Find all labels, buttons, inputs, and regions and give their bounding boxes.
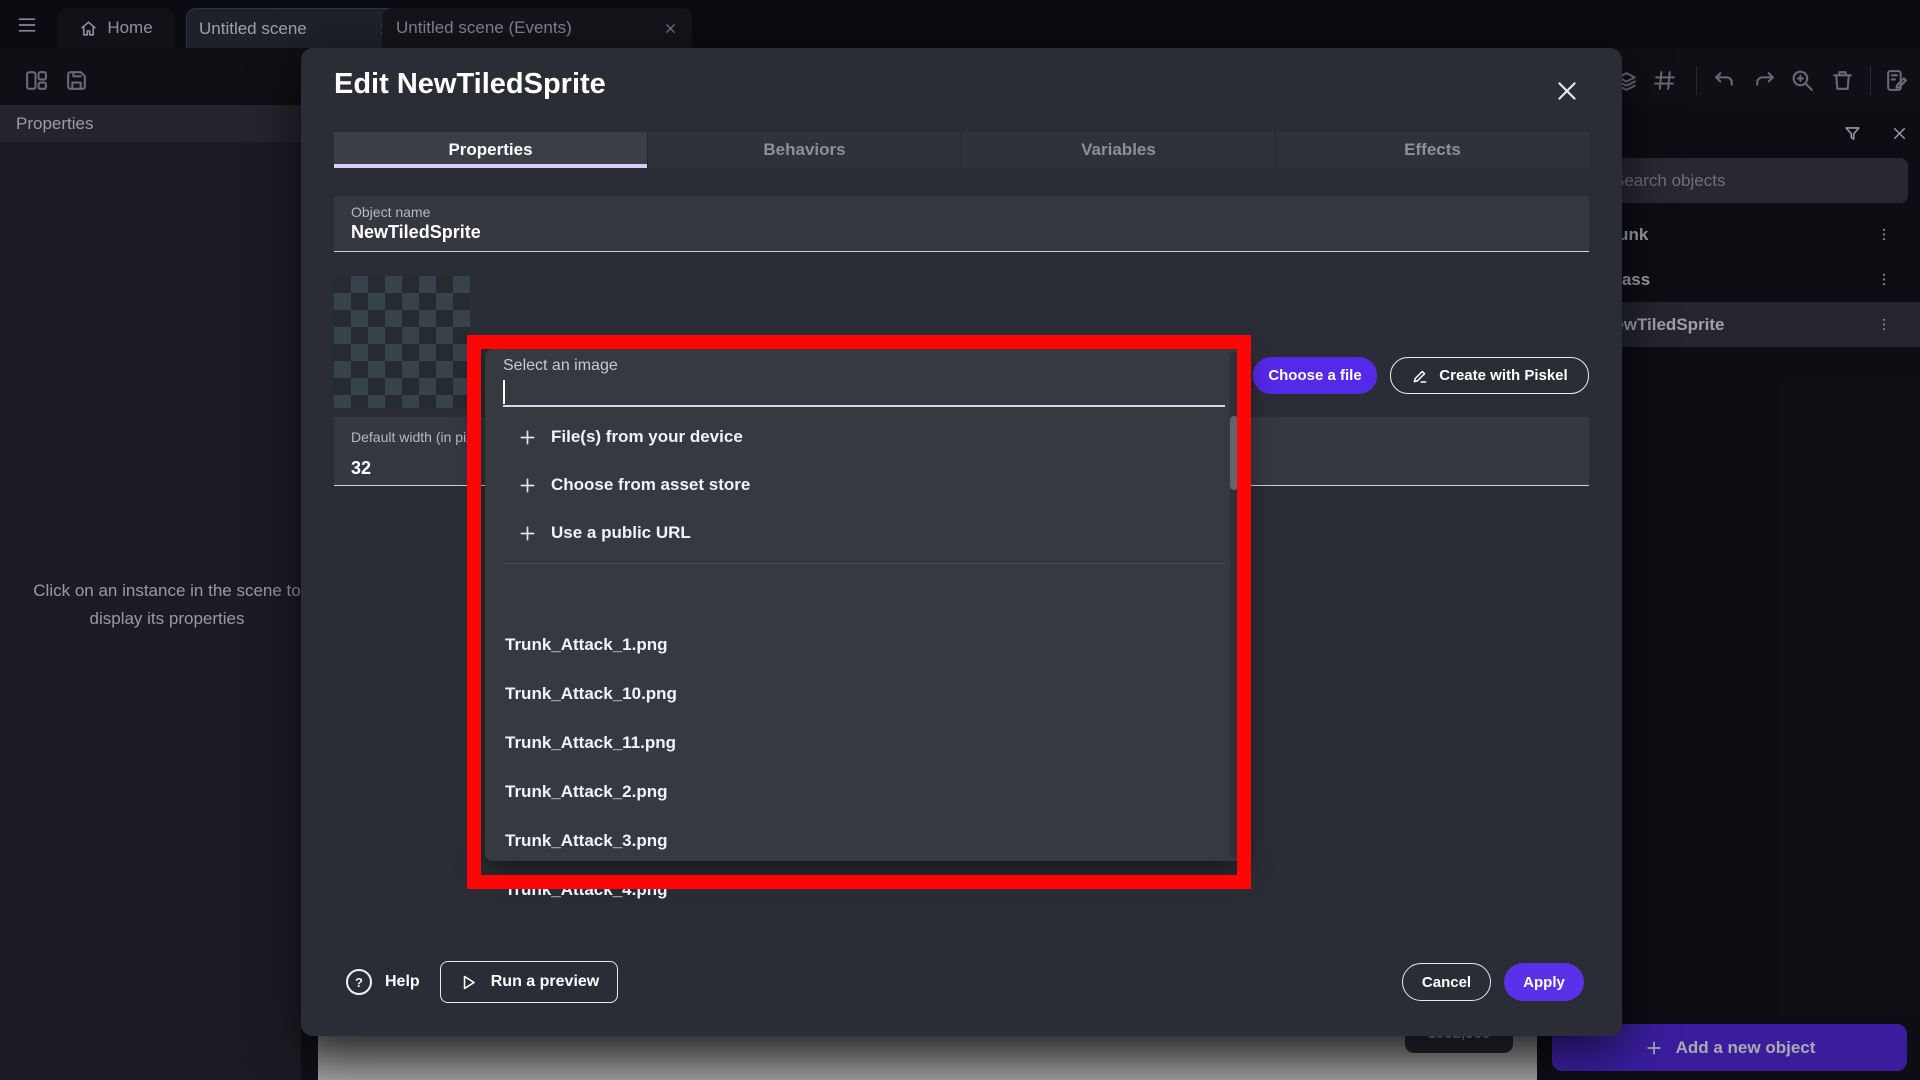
gdevelop-window: Home Untitled scene Untitled scene (Even…: [0, 0, 1920, 1080]
create-with-piskel-button[interactable]: Create with Piskel: [1390, 357, 1589, 394]
close-dialog-button[interactable]: [1554, 78, 1580, 104]
tab-variables[interactable]: Variables: [961, 132, 1275, 168]
default-width-label: Default width (in pixels): [351, 429, 479, 445]
object-name-field: Object name: [334, 196, 1589, 252]
plus-icon: [517, 475, 538, 496]
dialog-title: Edit NewTiledSprite: [334, 68, 606, 101]
object-name-label: Object name: [351, 204, 430, 220]
dropdown-scrollbar-thumb[interactable]: [1230, 416, 1238, 490]
close-icon: [1554, 78, 1580, 104]
menu-item-file[interactable]: Trunk_Attack_11.png: [485, 726, 1225, 760]
menu-item-file[interactable]: Trunk_Attack_2.png: [485, 775, 1225, 809]
question-icon: ?: [346, 969, 372, 995]
menu-item-file[interactable]: Trunk_Attack_4.png: [485, 873, 1225, 907]
object-name-input[interactable]: [351, 222, 1551, 243]
menu-item-choose-from-asset-store[interactable]: Choose from asset store: [485, 465, 1225, 505]
cancel-button[interactable]: Cancel: [1402, 963, 1491, 1001]
menu-item-file[interactable]: Trunk_Attack_10.png: [485, 677, 1225, 711]
choose-a-file-button[interactable]: Choose a file: [1253, 357, 1377, 394]
menu-item-use-public-url[interactable]: Use a public URL: [485, 513, 1225, 553]
tab-properties[interactable]: Properties: [334, 132, 647, 168]
edit-object-dialog: Edit NewTiledSprite Properties Behaviors…: [301, 48, 1622, 1036]
texture-preview-thumbnail[interactable]: [334, 276, 470, 408]
select-image-label: Select an image: [503, 357, 618, 375]
menu-divider: [503, 563, 1225, 564]
play-icon: [459, 973, 478, 992]
tab-effects[interactable]: Effects: [1275, 132, 1589, 168]
pencil-icon: [1411, 367, 1429, 385]
image-search-input[interactable]: [509, 380, 1199, 401]
apply-button[interactable]: Apply: [1504, 963, 1584, 1001]
plus-icon: [517, 427, 538, 448]
input-focus-underline: [503, 405, 1225, 407]
plus-icon: [517, 523, 538, 544]
select-image-dropdown: Select an image File(s) from your device…: [485, 349, 1243, 861]
text-cursor: [503, 380, 505, 404]
dialog-tabs: Properties Behaviors Variables Effects: [334, 132, 1589, 168]
tab-behaviors[interactable]: Behaviors: [647, 132, 961, 168]
run-a-preview-button[interactable]: Run a preview: [440, 961, 618, 1003]
menu-item-file[interactable]: Trunk_Attack_3.png: [485, 824, 1225, 858]
default-width-input[interactable]: [351, 458, 471, 479]
active-tab-underline: [334, 164, 647, 168]
menu-item-files-from-device[interactable]: File(s) from your device: [485, 417, 1225, 457]
help-button[interactable]: ? Help: [346, 969, 420, 995]
menu-item-file[interactable]: Trunk_Attack_1.png: [485, 628, 1225, 662]
